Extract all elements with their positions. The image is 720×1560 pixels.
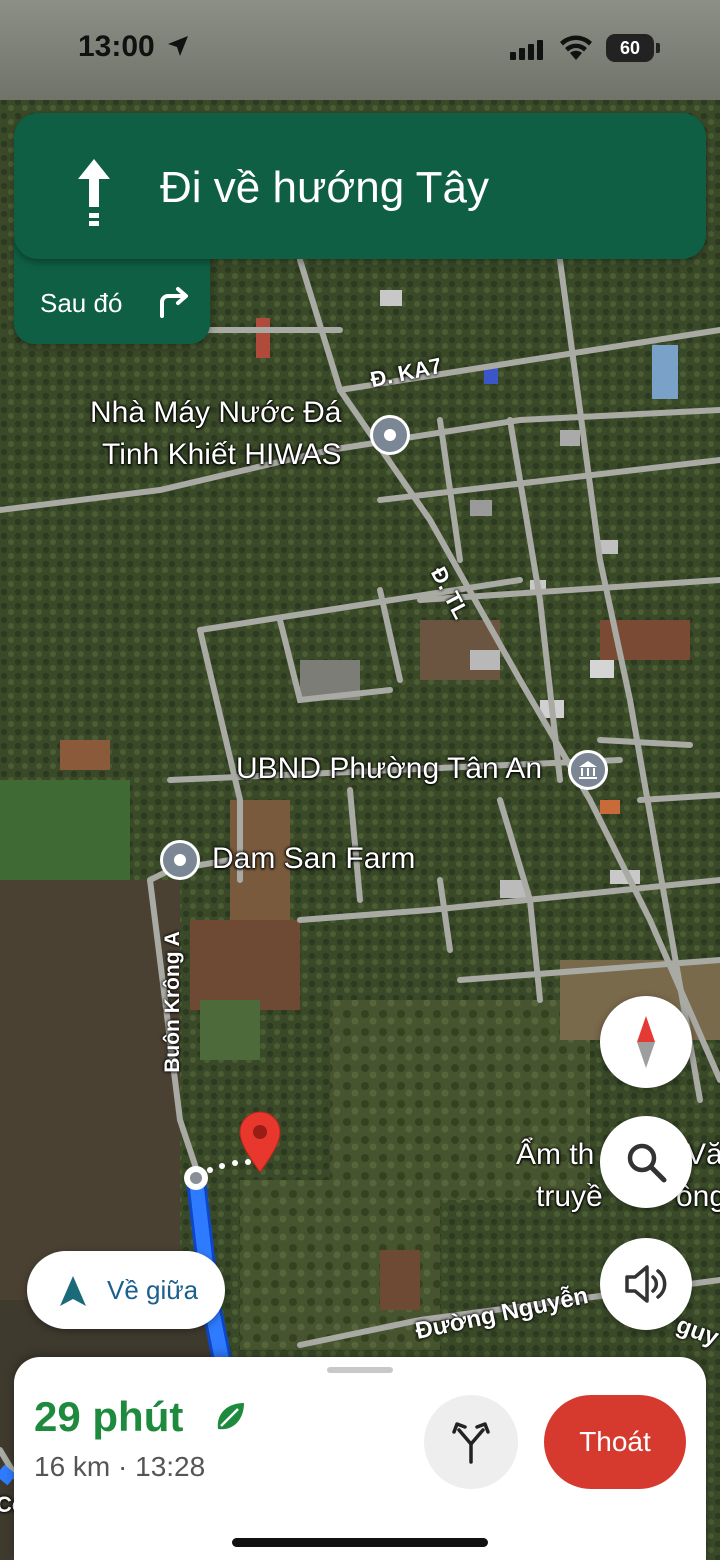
- route-line-edge: [0, 1464, 17, 1486]
- sound-button[interactable]: [600, 1238, 692, 1330]
- cellular-signal-icon: [510, 40, 543, 60]
- place-label-ubnd[interactable]: UBND Phường Tân An: [236, 752, 542, 786]
- sheet-drag-handle[interactable]: [327, 1367, 393, 1373]
- trip-summary-sheet[interactable]: 29 phút 16 km · 13:28 Thoát: [14, 1357, 706, 1560]
- field-patch: [60, 740, 110, 770]
- compass-icon: [637, 1016, 655, 1068]
- place-label-hiwas[interactable]: Nhà Máy Nước Đá: [90, 396, 341, 430]
- location-pin-icon[interactable]: [370, 415, 410, 455]
- instruction-text: Đi về hướng Tây: [160, 163, 489, 212]
- field-patch: [190, 920, 300, 1010]
- recenter-label: Về giữa: [107, 1275, 199, 1305]
- place-label-hiwas-line2[interactable]: Tinh Khiết HIWAS: [102, 438, 342, 472]
- status-time: 13:00: [78, 30, 155, 63]
- location-pin-icon[interactable]: [160, 840, 200, 880]
- search-icon: [627, 1143, 667, 1183]
- arrow-up-icon: [78, 159, 110, 226]
- search-button[interactable]: [600, 1116, 692, 1208]
- speaker-icon: [625, 1265, 667, 1303]
- field-patch: [380, 1250, 420, 1310]
- field-patch: [0, 880, 180, 1300]
- government-building-icon[interactable]: [568, 750, 608, 790]
- trip-distance-arrival: 16 km · 13:28: [34, 1451, 206, 1482]
- exit-label: Thoát: [579, 1426, 651, 1457]
- current-location-marker: [184, 1166, 208, 1190]
- trip-duration: 29 phút: [34, 1393, 184, 1440]
- battery-level: 60: [619, 38, 641, 58]
- battery-icon: 60: [606, 34, 660, 62]
- place-label-dam-san-farm[interactable]: Dam San Farm: [212, 842, 415, 876]
- field-patch: [0, 780, 130, 880]
- route-fork-icon: [452, 1422, 490, 1464]
- field-patch: [200, 1000, 260, 1060]
- home-indicator[interactable]: [232, 1538, 488, 1547]
- then-label: Sau đó: [40, 288, 123, 318]
- recenter-button[interactable]: Về giữa: [27, 1251, 225, 1329]
- status-bar: 13:00 60: [0, 0, 720, 100]
- location-arrow-icon: [168, 36, 188, 56]
- navigation-instruction-banner[interactable]: Đi về hướng Tây: [14, 113, 706, 259]
- wifi-icon: [560, 35, 592, 60]
- place-label-am-thuc-line2[interactable]: truyề: [536, 1180, 603, 1214]
- eco-leaf-icon: [217, 1403, 244, 1430]
- navigation-arrow-icon: [60, 1276, 86, 1306]
- compass-button[interactable]: [600, 996, 692, 1088]
- place-label-am-thuc[interactable]: Ẩm th: [516, 1138, 594, 1172]
- turn-right-icon: [160, 287, 188, 318]
- alternate-routes-button[interactable]: [424, 1395, 518, 1489]
- exit-navigation-button[interactable]: Thoát: [544, 1395, 686, 1489]
- road-label-buon-krong: Buôn Krông A: [160, 931, 184, 1073]
